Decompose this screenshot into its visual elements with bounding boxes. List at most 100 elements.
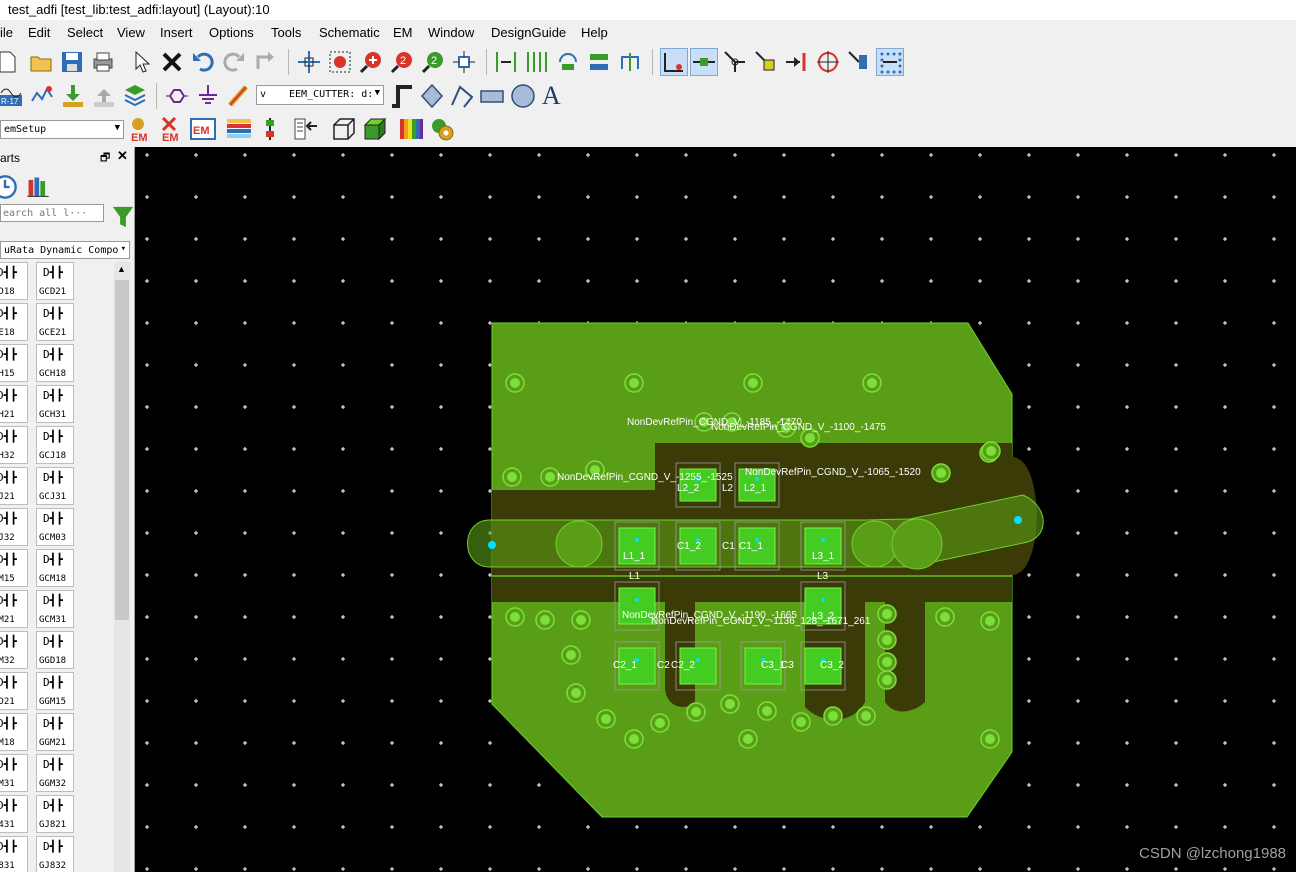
part-tile[interactable]: D┫┣ J431 (0, 795, 28, 833)
insert-via-icon[interactable] (164, 83, 190, 109)
draw-circle-icon[interactable] (510, 83, 536, 109)
part-tile[interactable]: D┫┣ CJ21 (0, 467, 28, 505)
part-tile[interactable]: D┫┣ CM15 (0, 549, 28, 587)
substrate-icon[interactable] (226, 116, 252, 142)
part-tile[interactable]: D┫┣ GCM18 (36, 549, 74, 587)
redo-all-icon[interactable] (252, 49, 278, 75)
trace-pencil-icon[interactable] (226, 83, 252, 109)
undo-icon[interactable] (190, 49, 216, 75)
port-1[interactable] (488, 541, 496, 549)
rf-sim-icon[interactable]: R-17 (0, 83, 24, 109)
part-tile[interactable]: D┫┣ GCM03 (36, 508, 74, 546)
parts-search-input[interactable]: earch all l··· (0, 204, 104, 222)
part-tile[interactable]: D┫┣ GGM15 (36, 672, 74, 710)
zoom-out-2-icon[interactable]: 2 (420, 49, 446, 75)
3d-view-icon[interactable] (362, 116, 388, 142)
zoom-in-2-icon[interactable]: 2 (389, 49, 415, 75)
menu-window[interactable]: Window (428, 25, 474, 40)
menu-select[interactable]: Select (67, 25, 103, 40)
align-left-icon[interactable] (493, 49, 519, 75)
part-tile[interactable]: D┫┣ GCM31 (36, 590, 74, 628)
menu-view[interactable]: View (117, 25, 145, 40)
part-tile[interactable]: D┫┣ CJ32 (0, 508, 28, 546)
library-select[interactable]: uRata Dynamic Compo ▾ (0, 241, 130, 259)
menu-edit[interactable]: Edit (28, 25, 50, 40)
part-tile[interactable]: D┫┣ GJ821 (36, 795, 74, 833)
draw-polygon-icon[interactable] (419, 83, 445, 109)
part-tile[interactable]: D┫┣ CD18 (0, 262, 28, 300)
print-icon[interactable] (90, 49, 116, 75)
part-tile[interactable]: D┫┣ GM18 (0, 713, 28, 751)
part-tile[interactable]: D┫┣ CM21 (0, 590, 28, 628)
align-center-icon[interactable] (524, 49, 550, 75)
pop-up-icon[interactable] (91, 83, 117, 109)
insert-port-icon[interactable] (690, 48, 718, 76)
filter-icon[interactable] (110, 204, 134, 228)
layout-canvas[interactable]: NonDevRefPin_CGND_V_-1185_-1470 NonDevRef… (135, 147, 1296, 872)
menu-help[interactable]: Help (581, 25, 608, 40)
visualization-icon[interactable] (398, 116, 424, 142)
draw-polyline-icon[interactable] (449, 83, 475, 109)
menu-em[interactable]: EM (393, 25, 413, 40)
insert-pin-icon[interactable] (660, 48, 688, 76)
scroll-up-icon[interactable]: ▲ (117, 264, 126, 274)
grid-snap-icon[interactable] (876, 48, 904, 76)
menu-options[interactable]: Options (209, 25, 254, 40)
em-options-gear-icon[interactable] (429, 116, 455, 142)
part-tile[interactable]: D┫┣ CH15 (0, 344, 28, 382)
layer-cutter-combo[interactable]: v EEM_CUTTER: d: ▼ (256, 85, 384, 105)
part-tile[interactable]: D┫┣ CM32 (0, 631, 28, 669)
em-simulate-icon[interactable]: EM (190, 116, 216, 142)
menu-designguide[interactable]: DesignGuide (491, 25, 566, 40)
close-panel-icon[interactable]: ✕ (117, 148, 128, 164)
float-panel-icon[interactable]: 🗗 (100, 149, 110, 168)
part-tile[interactable]: D┫┣ GCJ31 (36, 467, 74, 505)
part-tile[interactable]: D┫┣ GD21 (0, 672, 28, 710)
menu-insert[interactable]: Insert (160, 25, 193, 40)
part-tile[interactable]: D┫┣ GM31 (0, 754, 28, 792)
text-tool-icon[interactable]: A (540, 81, 566, 107)
simulate-icon[interactable] (29, 83, 55, 109)
em-cancel-icon[interactable]: EM (159, 116, 185, 142)
port-editor-icon[interactable] (257, 116, 283, 142)
open-folder-icon[interactable] (28, 49, 54, 75)
part-tile[interactable]: D┫┣ CH21 (0, 385, 28, 423)
part-tile[interactable]: D┫┣ GCE21 (36, 303, 74, 341)
flip-icon[interactable] (617, 49, 643, 75)
zoom-in-icon[interactable] (358, 49, 384, 75)
mirror-icon[interactable] (586, 49, 612, 75)
zoom-area-icon[interactable] (327, 49, 353, 75)
layout-drawing[interactable]: NonDevRefPin_CGND_V_-1185_-1470NonDevRef… (135, 147, 1296, 872)
part-tile[interactable]: D┫┣ J831 (0, 836, 28, 872)
crosshair-icon[interactable] (815, 49, 841, 75)
push-down-icon[interactable] (60, 83, 86, 109)
menu-tools[interactable]: Tools (271, 25, 301, 40)
library-books-icon[interactable] (25, 174, 49, 198)
part-tile[interactable]: D┫┣ GCH31 (36, 385, 74, 423)
scroll-thumb[interactable] (115, 280, 129, 620)
part-tile[interactable]: D┫┣ GCH18 (36, 344, 74, 382)
draw-rectangle-icon[interactable] (479, 83, 505, 109)
parts-scrollbar[interactable]: ▲ (114, 262, 130, 872)
em-setup-icon[interactable]: EM (128, 116, 154, 142)
insert-terminal-icon[interactable] (784, 49, 810, 75)
rotate-icon[interactable] (555, 49, 581, 75)
part-tile[interactable]: D┫┣ GCD21 (36, 262, 74, 300)
ground-icon[interactable] (195, 83, 221, 109)
part-tile[interactable]: D┫┣ GCJ18 (36, 426, 74, 464)
save-icon[interactable] (59, 49, 85, 75)
draw-path-icon[interactable] (389, 83, 415, 109)
menu-file[interactable]: ile (0, 25, 13, 40)
select-arrow-icon[interactable] (128, 49, 154, 75)
component-list-icon[interactable] (293, 116, 319, 142)
part-tile[interactable]: D┫┣ CH32 (0, 426, 28, 464)
snap-to-icon[interactable] (846, 49, 872, 75)
delete-icon[interactable] (159, 49, 185, 75)
part-tile[interactable]: D┫┣ GGM21 (36, 713, 74, 751)
part-tile[interactable]: D┫┣ CE18 (0, 303, 28, 341)
view-all-icon[interactable] (451, 49, 477, 75)
new-file-icon[interactable] (0, 49, 20, 75)
layers-icon[interactable] (122, 83, 148, 109)
pan-icon[interactable] (296, 49, 322, 75)
3d-wireframe-icon[interactable] (331, 116, 357, 142)
